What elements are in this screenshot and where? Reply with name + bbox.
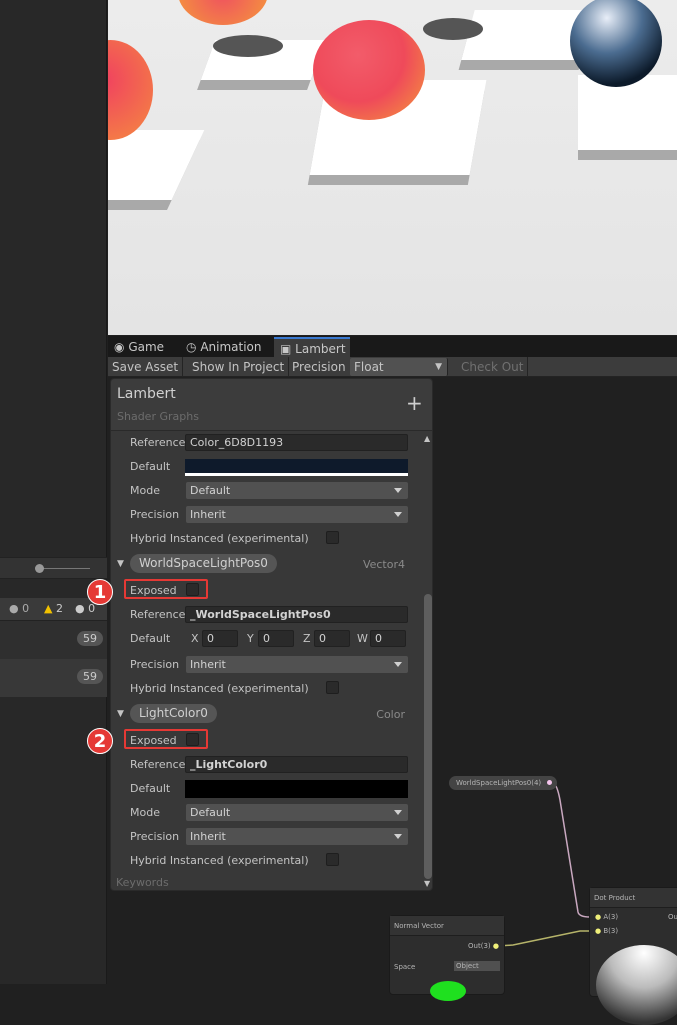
space-dropdown[interactable]: Object xyxy=(454,961,500,971)
input-port-b[interactable]: ● B(3) xyxy=(595,927,618,935)
node-title: Normal Vector xyxy=(390,916,504,936)
space-label: Space xyxy=(394,963,416,971)
input-port-a[interactable]: ● A(3) xyxy=(595,913,618,921)
output-port[interactable]: Out(3) ● xyxy=(468,942,499,950)
node-title: Dot Product xyxy=(590,888,677,908)
port-label: B(3) xyxy=(603,927,619,935)
edge-lightpos-to-a xyxy=(552,782,591,918)
preview-sphere xyxy=(596,945,677,1025)
port-label: Out(3) xyxy=(468,942,491,950)
node-label: WorldSpaceLightPos0(4) xyxy=(456,779,542,787)
property-node-worldspacelightpos0[interactable]: WorldSpaceLightPos0(4) xyxy=(449,776,558,790)
edge-normal-to-b xyxy=(497,930,590,947)
output-port[interactable]: Out xyxy=(668,913,677,921)
dot-product-node[interactable]: Dot Product ● A(3) ● B(3) Out xyxy=(589,887,677,1025)
space-value: Object xyxy=(456,962,479,970)
preview-sphere xyxy=(430,981,466,1001)
port-label: A(3) xyxy=(603,913,619,921)
port-icon[interactable] xyxy=(547,780,553,785)
graph-edges xyxy=(497,782,591,947)
normal-vector-node[interactable]: Normal Vector Out(3) ● Space Object xyxy=(389,915,505,1001)
